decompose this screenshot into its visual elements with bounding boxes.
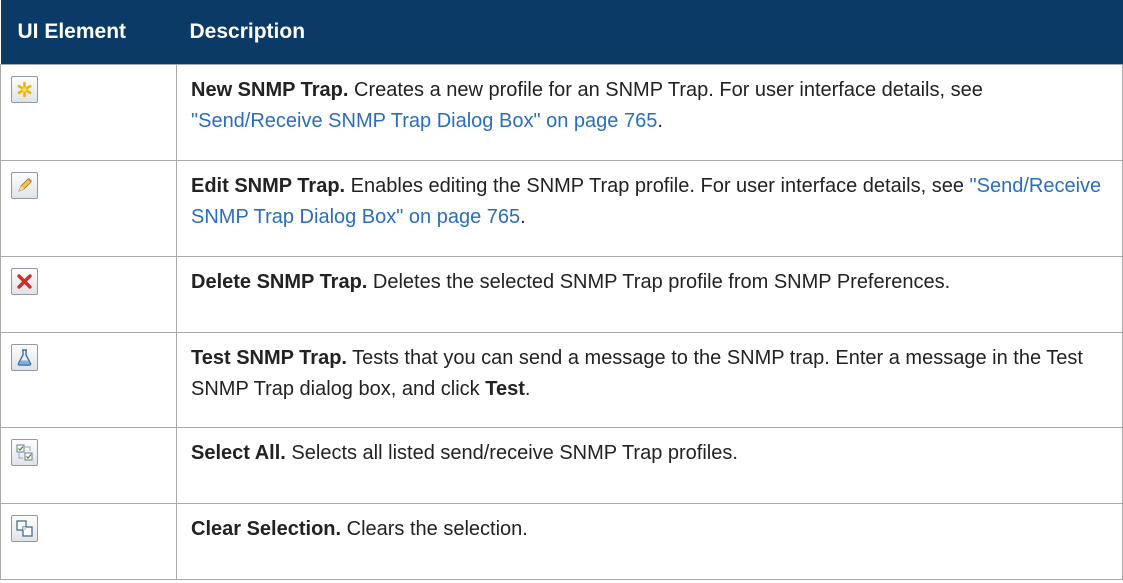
row-tail: .	[520, 205, 526, 228]
table-row: Select All. Selects all listed send/rece…	[0, 427, 1123, 505]
icon-cell	[0, 64, 177, 161]
table-row: New SNMP Trap. Creates a new profile for…	[0, 64, 1123, 161]
row-tail: .	[657, 110, 663, 132]
row-text: Creates a new profile for an SNMP Trap. …	[348, 79, 983, 101]
test-flask-icon	[11, 343, 38, 371]
description-cell: Clear Selection. Clears the selection.	[176, 503, 1123, 580]
description-cell: New SNMP Trap. Creates a new profile for…	[176, 64, 1123, 161]
icon-cell	[0, 159, 177, 257]
new-snmp-trap-icon	[11, 76, 38, 103]
edit-pencil-icon	[11, 171, 38, 199]
row-title: Delete SNMP Trap.	[191, 270, 368, 293]
table-row: Edit SNMP Trap. Enables editing the SNMP…	[0, 159, 1123, 257]
description-cell: Edit SNMP Trap. Enables editing the SNMP…	[176, 159, 1123, 257]
table-row: Test SNMP Trap. Tests that you can send …	[0, 331, 1123, 429]
icon-cell	[0, 427, 177, 505]
icon-cell	[0, 503, 177, 580]
row-text: Deletes the selected SNMP Trap profile f…	[367, 270, 951, 293]
dialog-link[interactable]: "Send/Receive SNMP Trap Dialog Box" on p…	[191, 110, 657, 132]
row-text: Enables editing the SNMP Trap profile. F…	[345, 174, 970, 197]
icon-cell	[0, 331, 177, 429]
row-title: Clear Selection.	[191, 518, 342, 541]
row-title: Edit SNMP Trap.	[191, 174, 346, 197]
table-header-row: UI Element Description	[0, 0, 1123, 65]
clear-selection-icon	[11, 515, 38, 543]
test-keyword: Test	[485, 377, 525, 400]
description-cell: Delete SNMP Trap. Deletes the selected S…	[176, 255, 1123, 333]
table-row: Delete SNMP Trap. Deletes the selected S…	[0, 255, 1123, 333]
row-tail: .	[524, 377, 531, 400]
header-ui-element: UI Element	[0, 0, 177, 65]
row-title: Select All.	[191, 442, 286, 465]
description-cell: Test SNMP Trap. Tests that you can send …	[176, 331, 1123, 429]
ui-element-table: UI Element Description New SNMP Trap. Cr…	[0, 0, 1123, 580]
row-title: Test SNMP Trap.	[191, 346, 347, 369]
row-text: Selects all listed send/receive SNMP Tra…	[285, 442, 738, 465]
row-title: New SNMP Trap.	[191, 79, 349, 101]
icon-cell	[0, 255, 177, 333]
row-text: Clears the selection.	[341, 518, 528, 541]
select-all-icon	[11, 439, 38, 467]
delete-x-icon	[11, 267, 38, 295]
table-row: Clear Selection. Clears the selection.	[0, 503, 1123, 580]
description-cell: Select All. Selects all listed send/rece…	[176, 427, 1123, 505]
header-description: Description	[176, 0, 1123, 65]
